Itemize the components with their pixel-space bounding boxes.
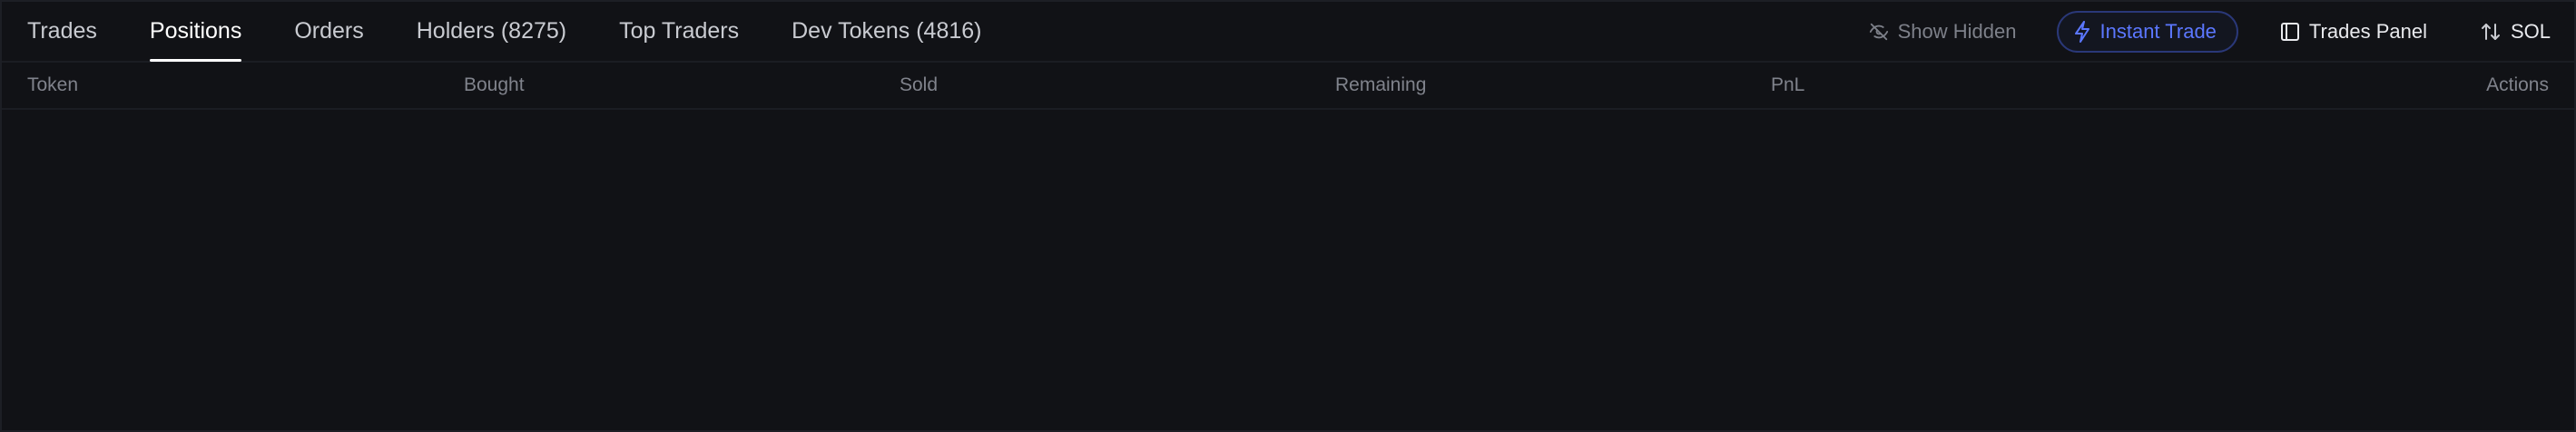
tab-positions[interactable]: Positions bbox=[149, 2, 242, 62]
tab-orders[interactable]: Orders bbox=[294, 2, 363, 61]
toolbar-controls: Show Hidden Instant Trade Trades Panel S… bbox=[1869, 2, 2574, 61]
currency-label: SOL bbox=[2510, 19, 2551, 43]
column-header-bought[interactable]: Bought bbox=[464, 74, 525, 96]
column-header-pnl[interactable]: PnL bbox=[1771, 74, 1804, 96]
column-header-remaining[interactable]: Remaining bbox=[1335, 74, 1426, 96]
swap-arrows-icon bbox=[2480, 21, 2502, 43]
show-hidden-toggle[interactable]: Show Hidden bbox=[1869, 20, 2017, 44]
tab-bar: Trades Positions Orders Holders (8275) T… bbox=[2, 2, 2574, 63]
currency-toggle[interactable]: SOL bbox=[2480, 20, 2551, 44]
show-hidden-label: Show Hidden bbox=[1897, 19, 2017, 43]
instant-trade-label: Instant Trade bbox=[2099, 19, 2217, 43]
panel-icon bbox=[2280, 22, 2300, 42]
tab-top-traders[interactable]: Top Traders bbox=[619, 2, 739, 61]
tab-holders[interactable]: Holders (8275) bbox=[417, 2, 566, 61]
instant-trade-button[interactable]: Instant Trade bbox=[2056, 10, 2238, 53]
table-header: Token Bought Sold Remaining PnL Actions bbox=[2, 64, 2574, 110]
positions-table-body bbox=[2, 112, 2574, 432]
column-header-token[interactable]: Token bbox=[27, 74, 78, 96]
column-header-actions: Actions bbox=[2486, 74, 2549, 95]
positions-panel: Trades Positions Orders Holders (8275) T… bbox=[0, 0, 2576, 432]
eye-off-icon bbox=[1869, 22, 1889, 42]
column-header-sold[interactable]: Sold bbox=[900, 74, 938, 96]
tab-dev-tokens[interactable]: Dev Tokens (4816) bbox=[791, 2, 981, 61]
tab-list: Trades Positions Orders Holders (8275) T… bbox=[2, 2, 1035, 62]
trades-panel-toggle[interactable]: Trades Panel bbox=[2280, 20, 2427, 44]
lightning-icon bbox=[2073, 20, 2091, 43]
trades-panel-label: Trades Panel bbox=[2308, 19, 2427, 43]
tab-trades[interactable]: Trades bbox=[27, 2, 97, 61]
